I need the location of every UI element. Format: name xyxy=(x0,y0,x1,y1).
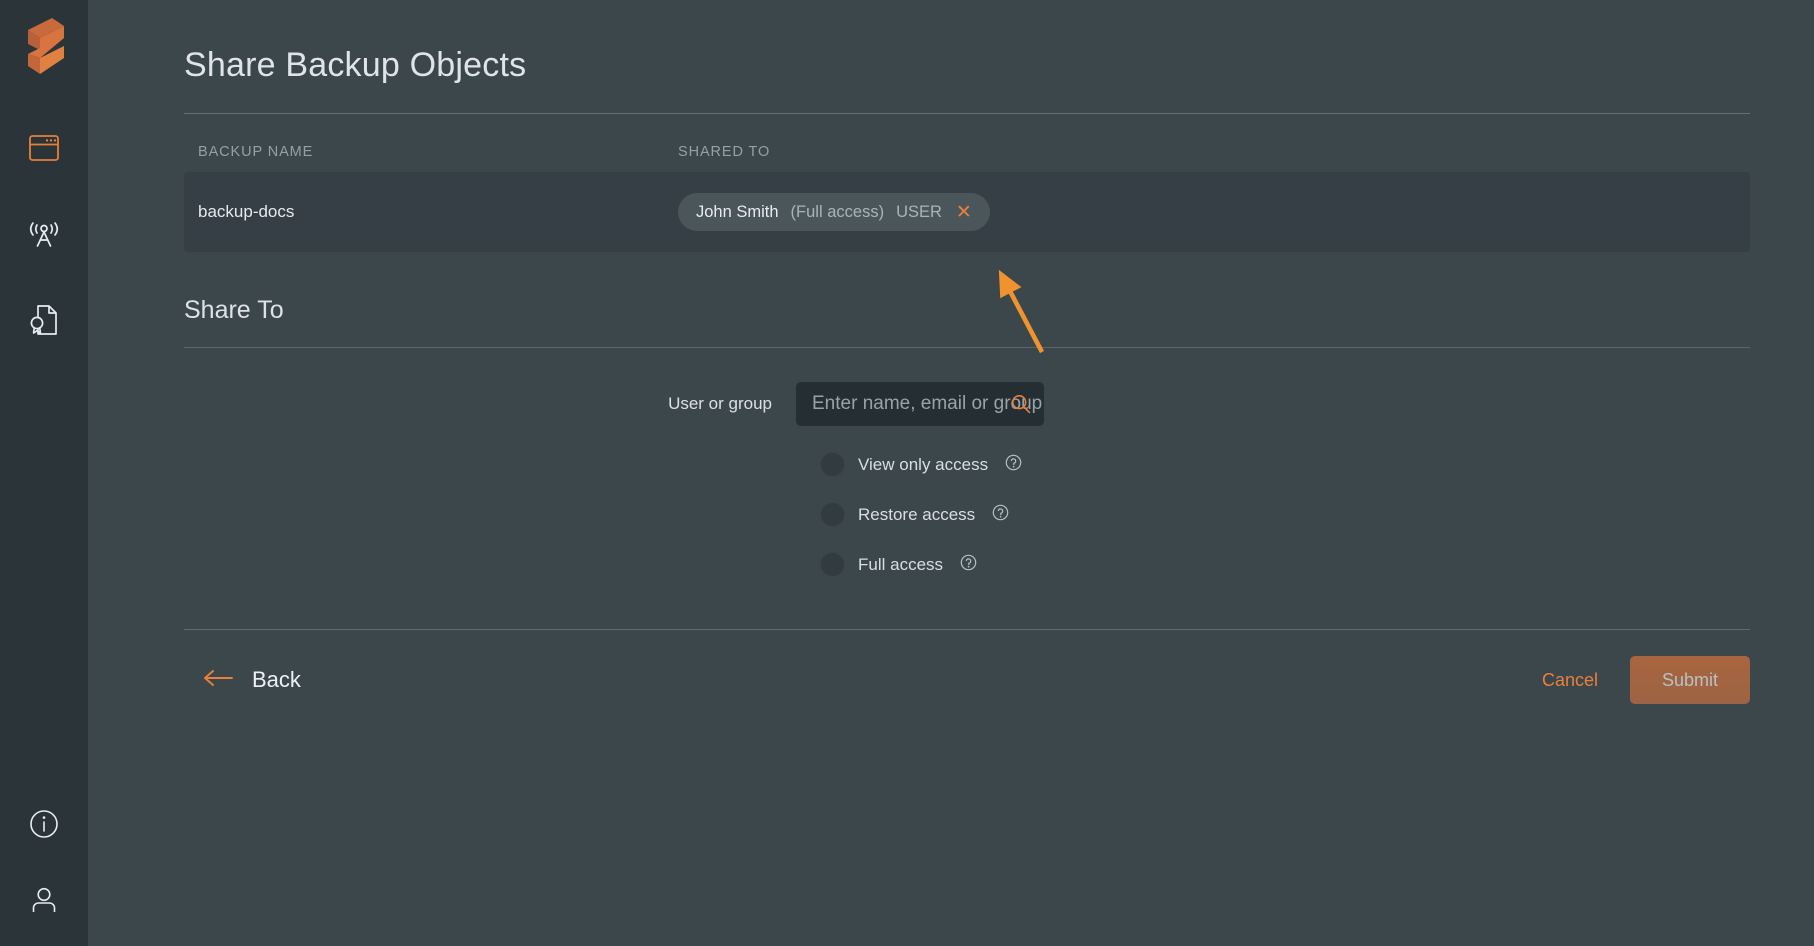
radio-indicator[interactable] xyxy=(820,452,845,477)
question-circle-icon[interactable] xyxy=(1005,454,1022,476)
radio-label: Restore access xyxy=(858,505,975,525)
logo-mark[interactable] xyxy=(18,16,70,78)
chip-access-level: (Full access) xyxy=(791,203,885,222)
footer-divider xyxy=(184,629,1750,630)
table-header-row: BACKUP NAME SHARED TO xyxy=(184,144,1750,172)
submit-button[interactable]: Submit xyxy=(1630,656,1750,704)
user-or-group-input-wrap[interactable] xyxy=(796,382,1044,426)
radio-indicator[interactable] xyxy=(820,502,845,527)
question-circle-icon[interactable] xyxy=(992,504,1009,526)
footer-bar: Back Cancel Submit xyxy=(184,656,1750,704)
column-header-shared-to: SHARED TO xyxy=(678,144,770,160)
share-to-divider xyxy=(184,347,1750,348)
user-or-group-field-row: User or group xyxy=(184,382,1750,426)
chip-user-name: John Smith xyxy=(696,203,779,222)
sidebar-item-browser[interactable] xyxy=(24,128,64,168)
search-input[interactable] xyxy=(796,382,1097,426)
page-title: Share Backup Objects xyxy=(184,0,1750,85)
cell-backup-name: backup-docs xyxy=(198,202,678,222)
access-level-radio-group: View only access Restore access xyxy=(184,452,1750,577)
chip-principal-type: USER xyxy=(896,203,942,222)
table-row: backup-docs John Smith (Full access) USE… xyxy=(184,172,1750,252)
app-root: Share Backup Objects BACKUP NAME SHARED … xyxy=(0,0,1814,946)
radio-full-access[interactable]: Full access xyxy=(820,552,1750,577)
radio-indicator[interactable] xyxy=(820,552,845,577)
question-circle-icon[interactable] xyxy=(960,554,977,576)
back-label: Back xyxy=(252,667,301,693)
main-content: Share Backup Objects BACKUP NAME SHARED … xyxy=(88,0,1814,946)
radio-label: View only access xyxy=(858,455,988,475)
user-or-group-label: User or group xyxy=(184,394,796,414)
chip-remove-x[interactable]: ✕ xyxy=(954,203,974,222)
sidebar-bottom-nav xyxy=(0,804,88,920)
radio-view-only-access[interactable]: View only access xyxy=(820,452,1750,477)
radio-label: Full access xyxy=(858,555,943,575)
cancel-button[interactable]: Cancel xyxy=(1542,670,1598,691)
radio-restore-access[interactable]: Restore access xyxy=(820,502,1750,527)
share-to-section-title: Share To xyxy=(184,296,1750,325)
cell-shared-to: John Smith (Full access) USER ✕ xyxy=(678,193,990,231)
sidebar-item-certificate[interactable] xyxy=(24,300,64,340)
info-circle-icon[interactable] xyxy=(24,804,64,844)
back-button[interactable]: Back xyxy=(184,667,301,693)
user-account-icon[interactable] xyxy=(24,880,64,920)
shared-backups-table: BACKUP NAME SHARED TO backup-docs John S… xyxy=(184,144,1750,252)
shared-user-chip[interactable]: John Smith (Full access) USER ✕ xyxy=(678,193,990,231)
share-to-form: User or group View only access xyxy=(184,382,1750,577)
sidebar-item-broadcast[interactable] xyxy=(24,214,64,254)
arrow-left-icon xyxy=(202,668,234,693)
left-sidebar xyxy=(0,0,88,946)
search-icon[interactable] xyxy=(1010,393,1032,420)
sidebar-nav xyxy=(24,128,64,340)
column-header-backup-name: BACKUP NAME xyxy=(198,144,678,160)
title-divider xyxy=(184,113,1750,114)
footer-actions: Cancel Submit xyxy=(1542,656,1750,704)
